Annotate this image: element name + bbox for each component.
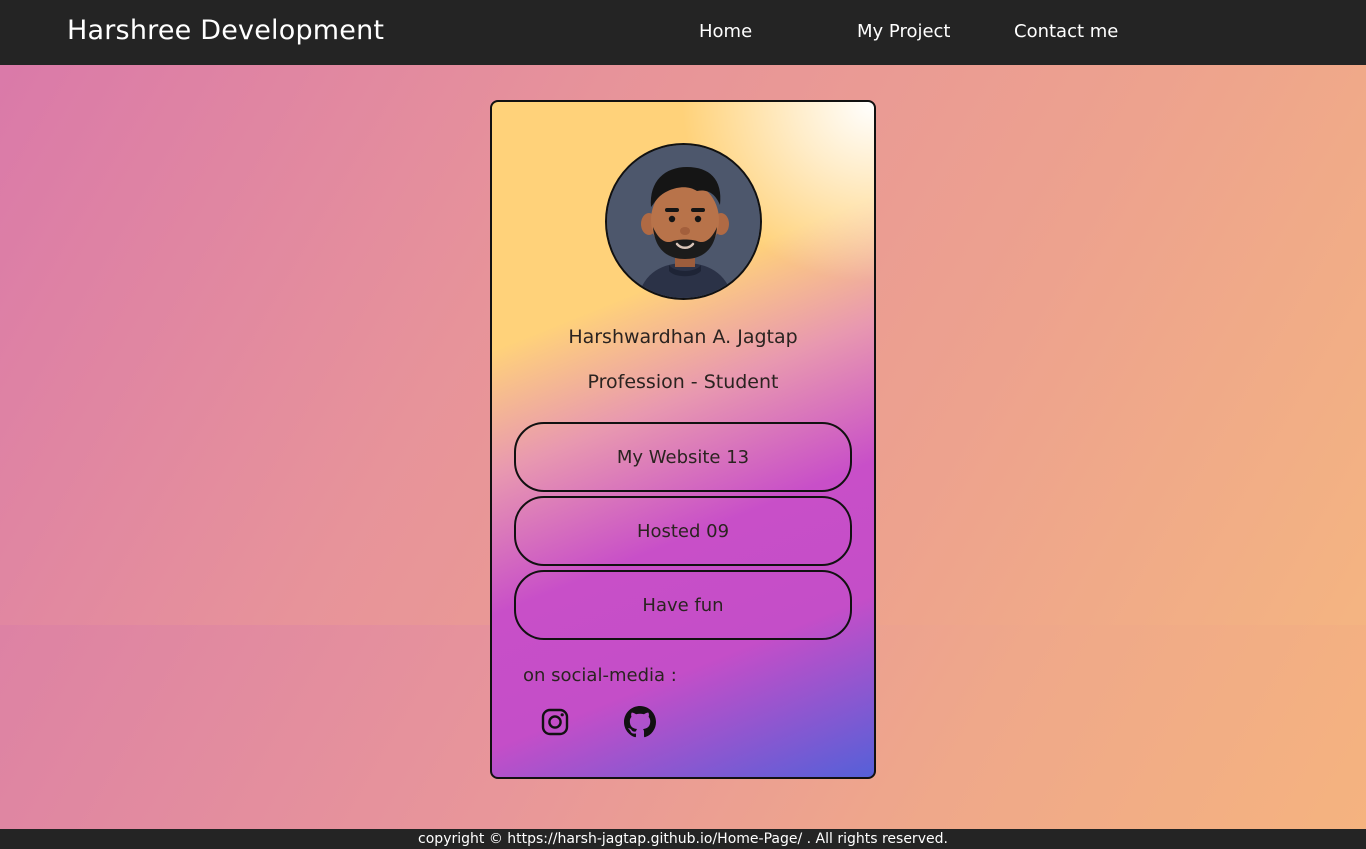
instagram-icon[interactable]	[539, 706, 571, 738]
avatar	[605, 143, 762, 300]
profile-name: Harshwardhan A. Jagtap	[568, 326, 798, 348]
nav-link-home[interactable]: Home	[699, 21, 752, 42]
nav-link-contact-me[interactable]: Contact me	[1014, 21, 1118, 42]
github-icon[interactable]	[624, 706, 656, 738]
avatar-illustration	[607, 145, 760, 298]
nav-link-my-project[interactable]: My Project	[857, 21, 951, 42]
hosted-button[interactable]: Hosted 09	[514, 496, 852, 566]
brand-logo-text[interactable]: Harshree Development	[67, 15, 384, 46]
footer-copyright: copyright © https://harsh-jagtap.github.…	[0, 829, 1366, 849]
top-navbar: Harshree Development Home My Project Con…	[0, 0, 1366, 65]
my-website-button[interactable]: My Website 13	[514, 422, 852, 492]
have-fun-button[interactable]: Have fun	[514, 570, 852, 640]
profile-card: Harshwardhan A. Jagtap Profession - Stud…	[490, 100, 876, 779]
social-media-label: on social-media :	[523, 665, 677, 686]
profile-profession: Profession - Student	[587, 371, 779, 393]
